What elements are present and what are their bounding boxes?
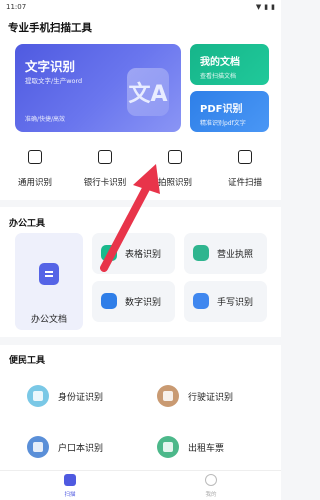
quick-id-scan[interactable]: 证件扫描: [210, 150, 280, 188]
quick-actions: 通用识别 银行卡识别 拍照识别 证件扫描: [0, 136, 281, 200]
tile-label: 表格识别: [125, 250, 162, 260]
item-label: 户口本识别: [58, 444, 104, 454]
pdf-recognition-card[interactable]: PDF识别 精准识别pdf文字: [190, 91, 269, 132]
feature-cards: 文字识别 提取文字/生产word 准确/快捷/高效 文A 我的文档 查看扫描文档…: [0, 40, 281, 136]
signal-icon: ▼: [255, 3, 262, 11]
item-label: 行驶证识别: [188, 393, 234, 403]
handwriting-icon: [193, 293, 209, 309]
tile-label: 数字识别: [125, 298, 162, 308]
table-recognition-button[interactable]: 表格识别: [92, 233, 175, 274]
battery-icon: ▮: [264, 3, 269, 11]
pdf-recognition-title: PDF识别: [200, 104, 243, 115]
handwriting-recognition-button[interactable]: 手写识别: [184, 281, 267, 322]
text-recognition-footer: 准确/快捷/高效: [25, 116, 66, 123]
quick-general-recognition[interactable]: 通用识别: [0, 150, 70, 188]
status-bar: 11:07 ▼ ▮ ▮: [0, 0, 281, 14]
item-label: 身份证识别: [58, 393, 104, 403]
scan-icon: [64, 474, 76, 486]
wifi-icon: ▮: [271, 3, 275, 11]
tab-profile[interactable]: 我的: [191, 474, 231, 498]
office-document-button[interactable]: 办公文档: [15, 233, 83, 330]
document-scan-icon: [168, 150, 182, 164]
business-license-button[interactable]: 营业执照: [184, 233, 267, 274]
quick-label: 证件扫描: [227, 178, 262, 188]
id-card-icon: [238, 150, 252, 164]
office-tools-title: 办公工具: [9, 219, 46, 229]
camera-icon: [28, 150, 42, 164]
number-icon: [101, 293, 117, 309]
convenience-tools-panel: 便民工具 身份证识别 行驶证识别 户口本识别 出租车票: [0, 345, 281, 470]
translate-glyph: 文A: [128, 82, 168, 107]
convenience-tools-title: 便民工具: [9, 356, 46, 366]
translate-icon: 文A: [127, 64, 175, 116]
tab-label: 扫描: [64, 492, 76, 498]
my-documents-card[interactable]: 我的文档 查看扫描文档: [190, 44, 269, 85]
quick-photo-recognition[interactable]: 拍照识别: [140, 150, 210, 188]
tab-scan[interactable]: 扫描: [50, 474, 90, 498]
table-icon: [101, 245, 117, 261]
quick-bank-card[interactable]: 银行卡识别: [70, 150, 140, 188]
office-tools-panel: 办公工具 办公文档 表格识别 营业执照 数字识别 手写识别: [0, 207, 281, 337]
id-card-icon: [27, 385, 49, 407]
business-license-icon: [193, 245, 209, 261]
item-label: 出租车票: [188, 444, 225, 454]
text-recognition-card[interactable]: 文字识别 提取文字/生产word 准确/快捷/高效 文A: [15, 44, 181, 132]
taxi-ticket-icon: [157, 436, 179, 458]
tile-label: 手写识别: [217, 298, 254, 308]
office-document-icon: [39, 263, 59, 285]
status-time: 11:07: [6, 3, 27, 11]
number-recognition-button[interactable]: 数字识别: [92, 281, 175, 322]
text-recognition-subtitle: 提取文字/生产word: [25, 77, 83, 85]
quick-label: 拍照识别: [157, 178, 192, 188]
quick-label: 通用识别: [17, 178, 52, 188]
profile-icon: [205, 474, 217, 486]
pdf-recognition-subtitle: 精准识别pdf文字: [200, 120, 246, 127]
app-header: 专业手机扫描工具: [0, 14, 281, 40]
tab-label: 我的: [205, 492, 217, 498]
status-icons: ▼ ▮ ▮: [256, 3, 275, 11]
office-document-label: 办公文档: [30, 315, 67, 325]
bottom-tab-bar: 扫描 我的: [0, 470, 281, 500]
bank-card-icon: [98, 150, 112, 164]
my-documents-subtitle: 查看扫描文档: [200, 73, 237, 80]
quick-label: 银行卡识别: [83, 178, 127, 188]
page-title: 专业手机扫描工具: [8, 22, 92, 34]
car-icon: [157, 385, 179, 407]
my-documents-title: 我的文档: [200, 57, 240, 68]
tile-label: 营业执照: [217, 250, 254, 260]
text-recognition-title: 文字识别: [25, 59, 76, 74]
household-book-icon: [27, 436, 49, 458]
